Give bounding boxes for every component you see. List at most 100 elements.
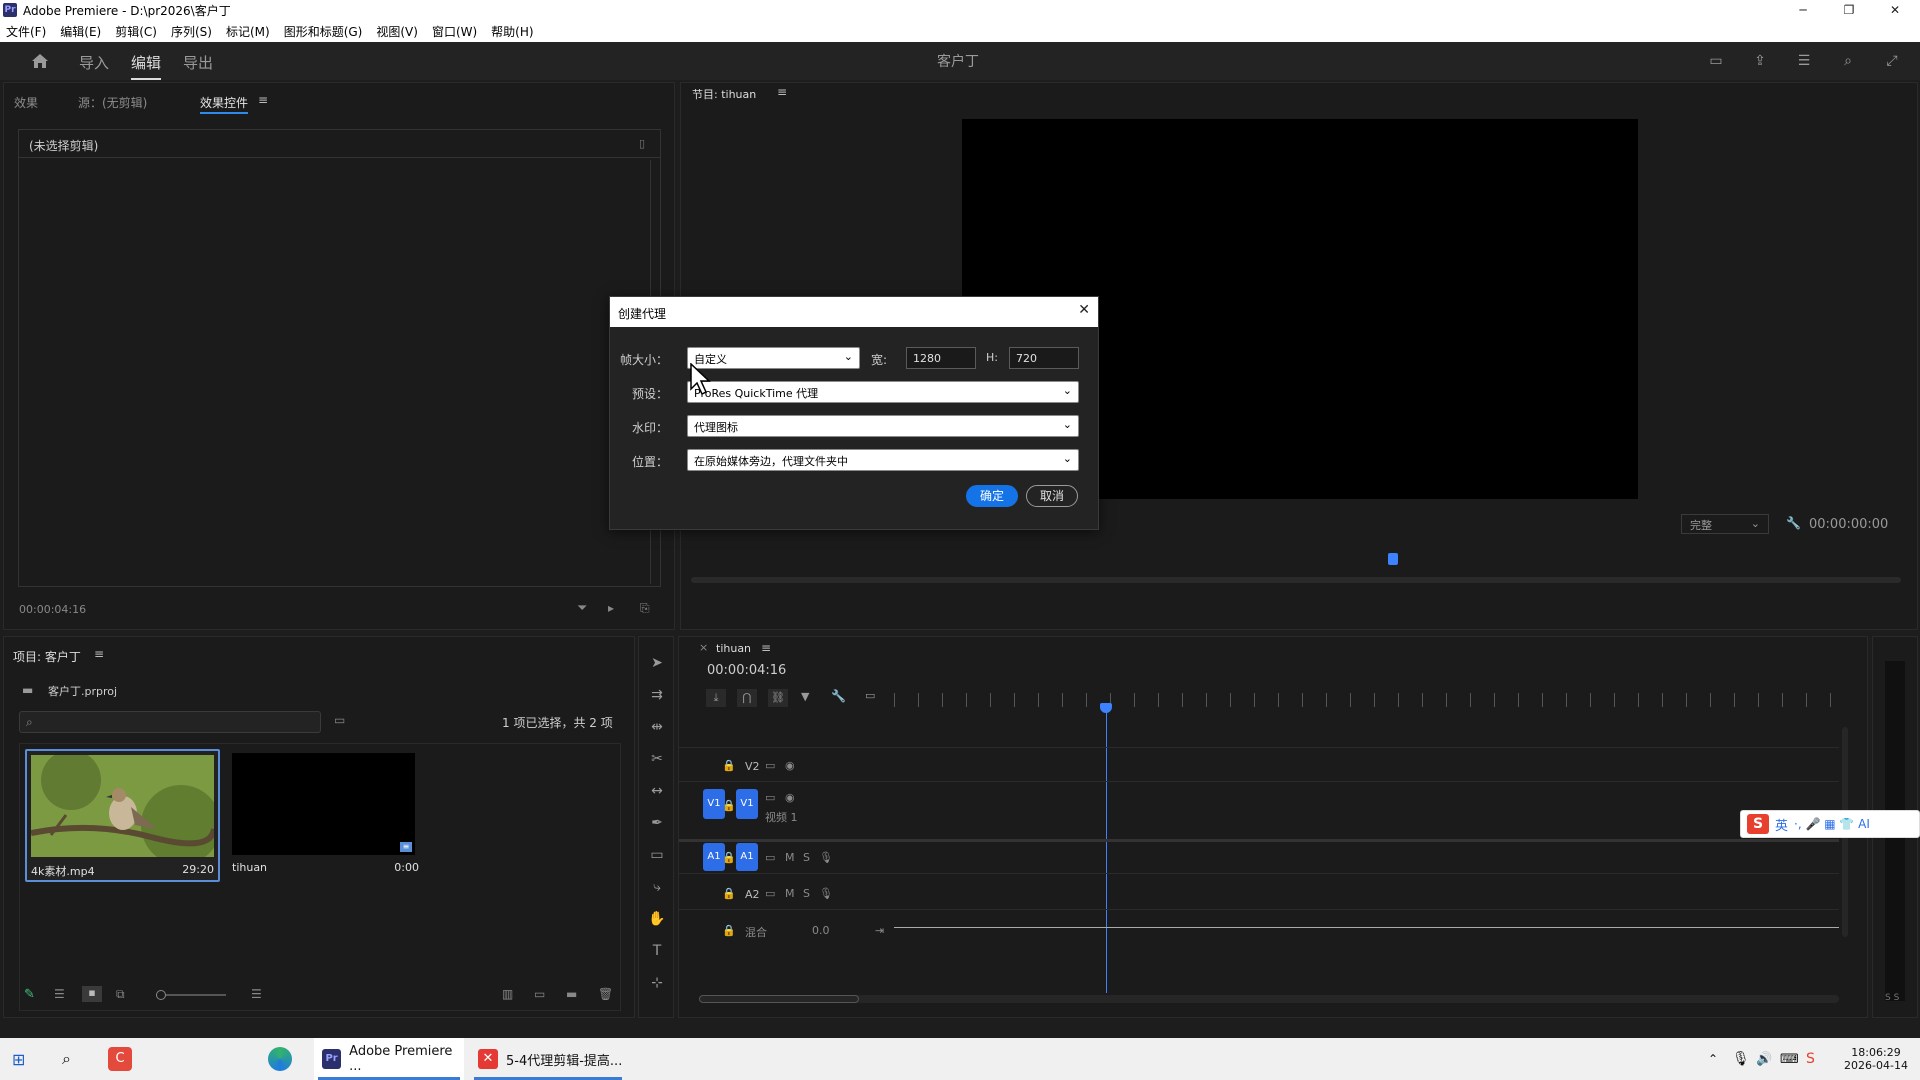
taskbar-course-app[interactable]: ✕ 5-4代理剪辑-提高... [470, 1038, 626, 1080]
slip-tool-icon[interactable]: ↔ [647, 781, 667, 801]
frame-size-select[interactable]: 自定义 ⌄ [687, 347, 860, 369]
share-icon[interactable]: ⇪ [1752, 53, 1768, 69]
ripple-edit-tool-icon[interactable]: ⇹ [647, 717, 667, 737]
playhead-line[interactable] [1106, 707, 1107, 993]
edge-browser-icon[interactable] [268, 1038, 296, 1080]
menu-sequence[interactable]: 序列(S) [171, 23, 212, 40]
home-icon[interactable] [31, 53, 49, 69]
solo-button[interactable]: S [803, 851, 810, 864]
cancel-button[interactable]: 取消 [1026, 485, 1078, 507]
microphone-icon[interactable]: 🎙 [1732, 1038, 1750, 1080]
wrench-icon[interactable]: 🔧 [1786, 516, 1801, 530]
add-marker-icon[interactable]: ▼ [801, 690, 809, 703]
icon-view-icon[interactable]: ▪ [82, 986, 102, 1002]
watermark-select[interactable]: 代理图标 ⌄ [687, 415, 1079, 437]
mute-button[interactable]: M [785, 851, 795, 864]
track-target-a1[interactable]: A1 [736, 843, 758, 871]
mute-button[interactable]: M [785, 887, 795, 900]
lock-icon[interactable]: 🔒 [722, 851, 736, 864]
sync-lock-icon[interactable]: ▭ [765, 851, 775, 864]
razor-tool-icon[interactable]: ✂ [647, 749, 667, 769]
horizontal-scrollbar[interactable] [699, 995, 1839, 1003]
progress-icon[interactable]: ☰ [1796, 53, 1812, 69]
maximize-button[interactable]: ❐ [1826, 0, 1872, 20]
lock-icon[interactable]: 🔒 [722, 799, 736, 812]
menu-help[interactable]: 帮助(H) [491, 23, 533, 40]
lock-icon[interactable]: 🔒 [722, 759, 736, 772]
go-to-end-icon[interactable]: ⇥ [875, 924, 884, 937]
track-select-tool-icon[interactable]: ⇉ [647, 685, 667, 705]
time-ruler[interactable] [894, 693, 1839, 707]
pen-tool-icon[interactable]: ✒ [647, 813, 667, 833]
play-only-audio-icon[interactable]: ▸ [608, 601, 614, 615]
sync-lock-icon[interactable]: ▭ [765, 887, 775, 900]
search-icon[interactable]: ⌕ [62, 1038, 71, 1080]
close-tab-icon[interactable]: × [699, 641, 708, 654]
workspaces-icon[interactable]: ▭ [1708, 53, 1724, 69]
list-item[interactable]: 4k素材.mp4 29:20 [25, 749, 220, 882]
taskbar-premiere[interactable]: Pr Adobe Premiere ... [314, 1038, 464, 1080]
sogou-tray-icon[interactable]: S [1806, 1038, 1815, 1080]
fit-select[interactable]: 完整 ⌄ [1681, 514, 1769, 534]
tab-export[interactable]: 导出 [183, 52, 213, 73]
menu-clip[interactable]: 剪辑(C) [115, 23, 157, 40]
windows-start-icon[interactable]: ⊞ [12, 1038, 25, 1080]
microphone-icon[interactable]: 🎙 [819, 851, 833, 864]
project-search-input[interactable]: ⌕ [19, 711, 321, 733]
playhead-marker[interactable] [1388, 553, 1398, 565]
playhead-handle[interactable] [1100, 703, 1112, 713]
menu-edit[interactable]: 编辑(E) [60, 23, 101, 40]
ok-button[interactable]: 确定 [966, 485, 1018, 507]
linked-selection-icon[interactable]: ⛓ [768, 689, 788, 707]
panel-toggle-icon[interactable]: ▯ [639, 137, 645, 150]
tab-source[interactable]: 源：(无剪辑) [78, 94, 147, 111]
tab-effect-controls[interactable]: 效果控件 [200, 94, 249, 114]
fullscreen-icon[interactable]: ⤢ [1884, 53, 1900, 69]
search-icon[interactable]: ⌕ [1840, 53, 1856, 69]
lock-icon[interactable]: 🔒 [722, 924, 736, 937]
trash-icon[interactable]: 🗑 [598, 987, 613, 1001]
list-item[interactable]: ≡ tihuan 0:00 [228, 749, 423, 882]
program-scrubber[interactable] [691, 577, 1901, 583]
height-input[interactable] [1009, 347, 1079, 369]
program-menu-icon[interactable]: ≡ [777, 85, 787, 99]
close-window-button[interactable]: ✕ [1872, 0, 1918, 20]
timeline-menu-icon[interactable]: ≡ [761, 641, 771, 655]
type-tool-icon[interactable]: T [647, 941, 667, 961]
menu-graphics[interactable]: 图形和标题(G) [284, 23, 363, 40]
new-item-icon[interactable]: ▬ [566, 987, 577, 1001]
menu-file[interactable]: 文件(F) [6, 23, 46, 40]
pencil-icon[interactable]: ✎ [24, 987, 35, 1002]
nest-icon[interactable]: ⤓ [706, 689, 726, 707]
automate-icon[interactable]: ▥ [502, 987, 513, 1001]
ime-language-toggle[interactable]: 英 [1775, 815, 1788, 834]
tray-chevron-icon[interactable]: ⌃ [1708, 1038, 1718, 1080]
lock-icon[interactable]: 🔒 [722, 887, 736, 900]
network-icon[interactable]: ⌨ [1780, 1038, 1799, 1080]
tab-effects[interactable]: 效果 [14, 94, 38, 111]
eye-icon[interactable]: ◉ [785, 791, 795, 804]
eye-icon[interactable]: ◉ [785, 759, 795, 772]
sort-icon[interactable]: ☰ [251, 987, 262, 1001]
clock[interactable]: 18:06:29 2026-04-14 [1838, 1038, 1914, 1080]
scrollbar-thumb[interactable] [699, 995, 859, 1003]
path-tool-icon[interactable]: ⤷ [647, 877, 667, 897]
tab-edit[interactable]: 编辑 [131, 52, 162, 80]
minimize-button[interactable]: ─ [1780, 0, 1826, 20]
find-icon[interactable]: ▭ [534, 987, 545, 1001]
close-icon[interactable]: ✕ [1078, 302, 1090, 318]
filter-icon[interactable]: ⏷ [577, 601, 587, 616]
width-input[interactable] [906, 347, 976, 369]
rectangle-tool-icon[interactable]: ▭ [647, 845, 667, 865]
hand-tool-icon[interactable]: ✋ [647, 909, 667, 929]
list-view-icon[interactable]: ☰ [54, 987, 65, 1001]
captions-icon[interactable]: ▭ [865, 689, 875, 702]
freeform-view-icon[interactable]: ⧉ [116, 987, 125, 1002]
app-icon[interactable]: C [108, 1038, 136, 1080]
track-target-v1[interactable]: V1 [736, 789, 758, 819]
selection-tool-icon[interactable]: ➤ [647, 653, 667, 673]
microphone-icon[interactable]: 🎙 [819, 887, 833, 900]
settings-wrench-icon[interactable]: 🔧 [831, 689, 846, 703]
snap-icon[interactable]: ⋂ [737, 689, 757, 707]
solo-button[interactable]: S [803, 887, 810, 900]
